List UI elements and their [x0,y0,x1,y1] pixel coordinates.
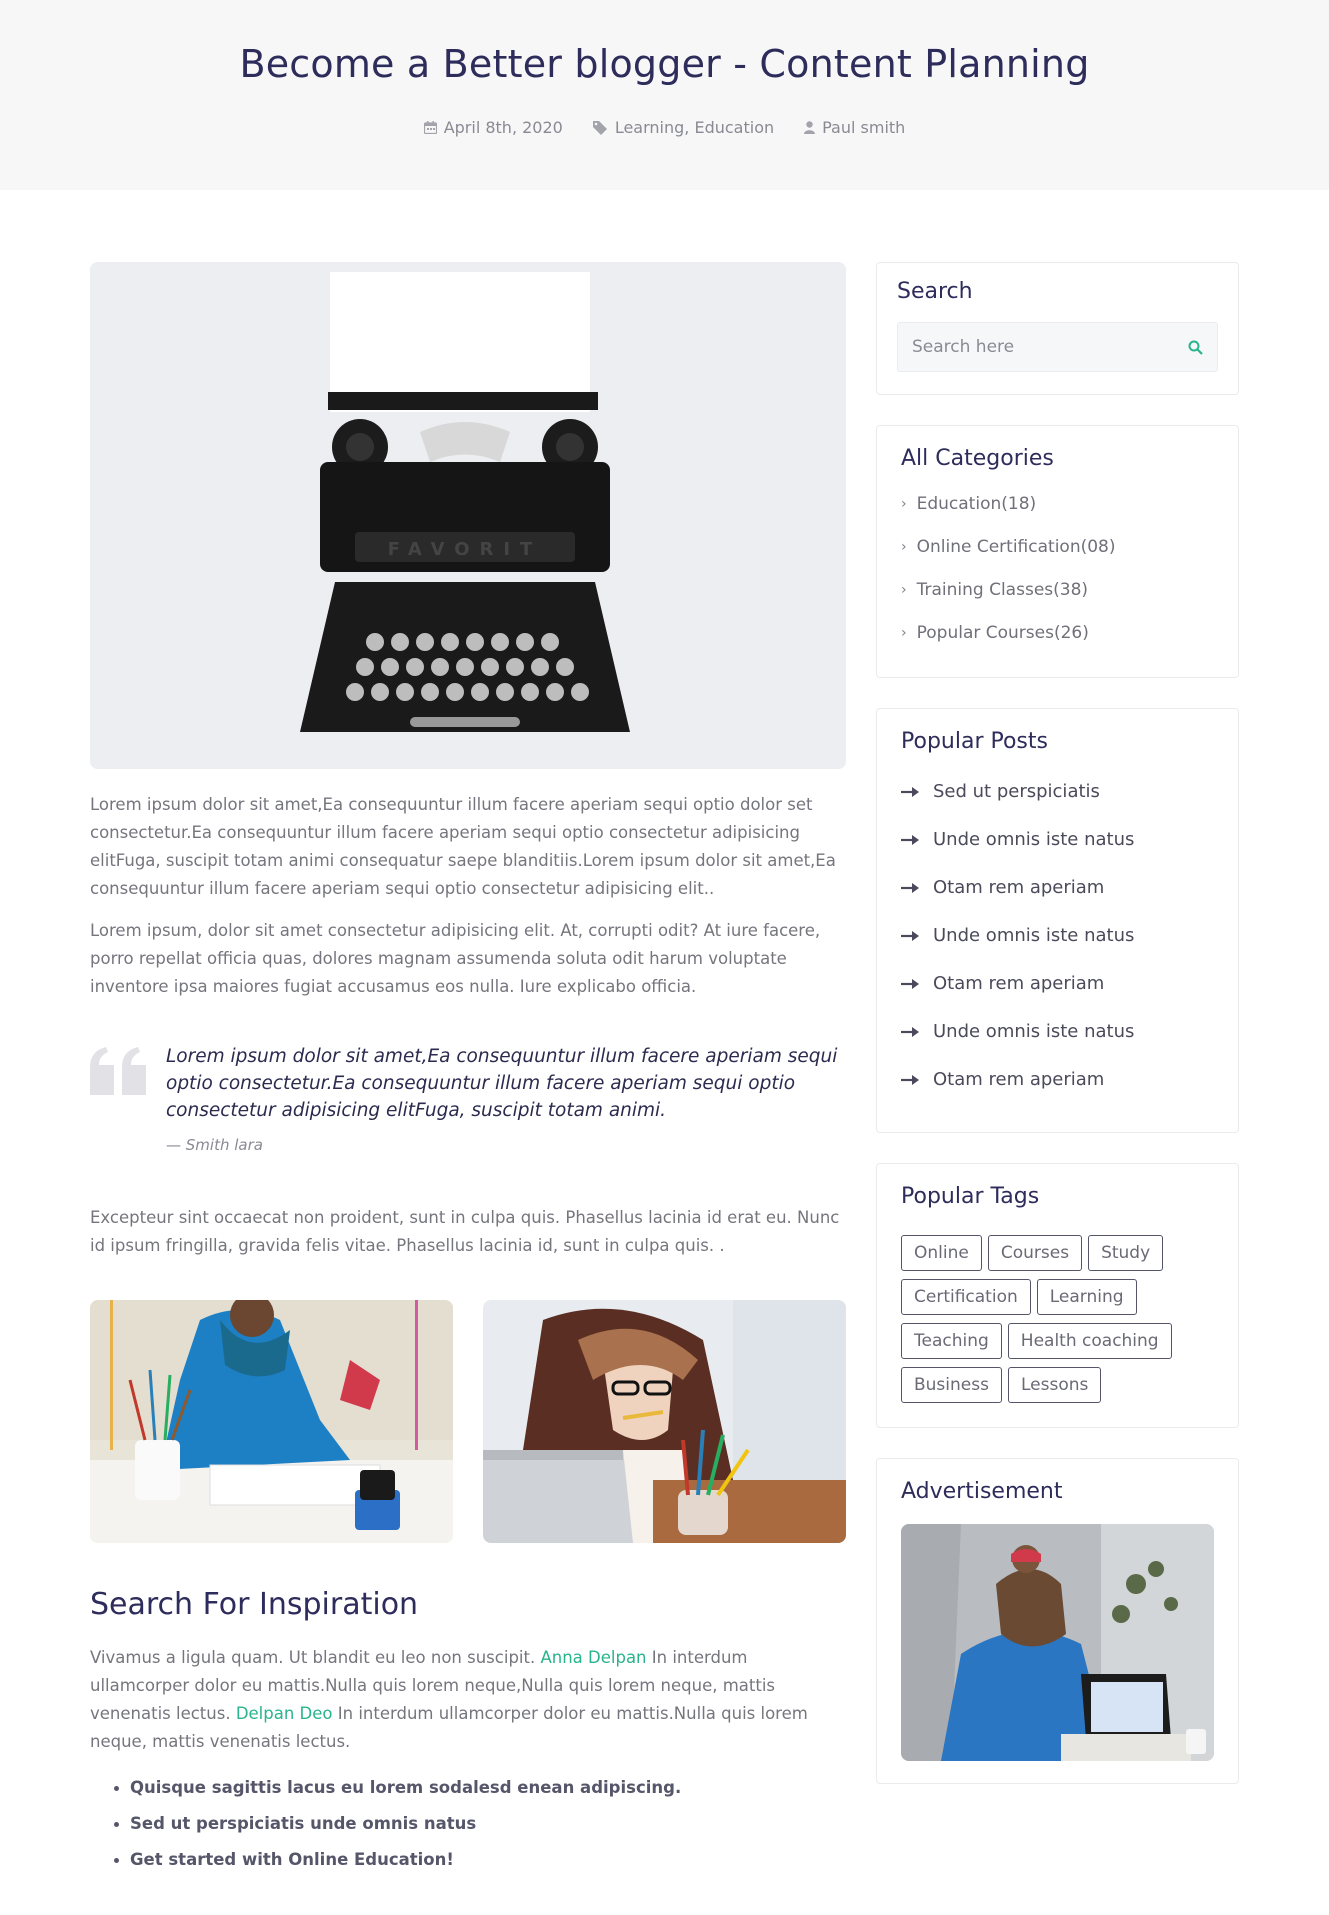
quote-icon [90,1047,146,1095]
arrow-right-icon [901,1075,919,1085]
popular-posts-title: Popular Posts [901,729,1048,754]
post-categories[interactable]: Learning, Education [592,118,774,137]
quote-text: Lorem ipsum dolor sit amet,Ea consequunt… [166,1046,838,1121]
search-box [897,322,1218,372]
calendar-icon [423,121,437,134]
tags-list: Online Courses Study Certification Learn… [901,1235,1181,1403]
popular-post-item[interactable]: Otam rem aperiam [901,864,1218,912]
popular-post-item[interactable]: Sed ut perspiciatis [901,768,1218,816]
category-label[interactable]: Training Classes(38) [917,569,1088,612]
popular-post-label[interactable]: Unde omnis iste natus [933,1008,1134,1056]
blockquote: Lorem ipsum dolor sit amet,Ea consequunt… [90,1043,846,1154]
search-widget: Search [876,262,1239,395]
popular-post-label[interactable]: Otam rem aperiam [933,1056,1104,1104]
page-header: Become a Better blogger - Content Planni… [0,0,1329,190]
categories-widget: All Categories › Education(18) › Online Ce… [876,425,1239,678]
tag-business[interactable]: Business [901,1367,1002,1403]
paragraph-4-text-a: Vivamus a ligula quam. Ut blandit eu leo… [90,1648,541,1667]
popular-posts-widget: Popular Posts Sed ut perspiciatis Unde o… [876,708,1239,1133]
chevron-right-icon: › [901,625,907,641]
quote-author: — Smith lara [166,1136,263,1154]
popular-post-item[interactable]: Unde omnis iste natus [901,816,1218,864]
featured-image: FAVORIT [90,262,846,769]
arrow-right-icon [901,787,919,797]
paragraph-1: Lorem ipsum dolor sit amet,Ea consequunt… [90,795,836,898]
category-label[interactable]: Popular Courses(26) [917,612,1089,655]
post-author-text[interactable]: Paul smith [822,118,905,137]
chevron-right-icon: › [901,582,907,598]
tag-certification[interactable]: Certification [901,1279,1031,1315]
categories-widget-title: All Categories [901,446,1054,471]
svg-text:FAVORIT: FAVORIT [388,539,543,560]
popular-post-label[interactable]: Unde omnis iste natus [933,816,1134,864]
tag-health-coaching[interactable]: Health coaching [1007,1323,1172,1359]
search-input[interactable] [912,337,1172,357]
advertisement-widget: Advertisement [876,1458,1239,1784]
category-item[interactable]: › Education(18) [901,483,1218,526]
popular-post-item[interactable]: Unde omnis iste natus [901,1008,1218,1056]
arrow-right-icon [901,835,919,845]
popular-post-label[interactable]: Otam rem aperiam [933,960,1104,1008]
section-title: Search For Inspiration [90,1587,419,1622]
arrow-right-icon [901,931,919,941]
chevron-right-icon: › [901,496,907,512]
paragraph-4: Vivamus a ligula quam. Ut blandit eu leo… [90,1644,846,1756]
tag-online[interactable]: Online [901,1235,982,1271]
post-content: FAVORIT Lorem ipsum dolor sit amet,Ea co… [90,262,846,1878]
popular-tags-widget: Popular Tags Online Courses Study Certif… [876,1163,1239,1428]
advertisement-title: Advertisement [901,1479,1063,1504]
category-item[interactable]: › Popular Courses(26) [901,612,1218,655]
chevron-right-icon: › [901,539,907,555]
popular-posts-list: Sed ut perspiciatis Unde omnis iste natu… [901,768,1218,1104]
tag-icon [592,120,607,135]
popular-post-item[interactable]: Otam rem aperiam [901,960,1218,1008]
link-anna-delpan[interactable]: Anna Delpan [540,1648,646,1667]
list-item: Sed ut perspiciatis unde omnis natus [114,1806,846,1842]
arrow-right-icon [901,1027,919,1037]
list-item: Get started with Online Education! [114,1842,846,1878]
search-widget-title: Search [897,279,973,304]
paragraph-3: Excepteur sint occaecat non proident, su… [90,1208,840,1255]
post-date: April 8th, 2020 [423,118,563,137]
categories-list: › Education(18) › Online Certification(08)… [901,483,1218,655]
popular-post-label[interactable]: Sed ut perspiciatis [933,768,1100,816]
sidebar: Search All Categories › Education(18) › On… [876,262,1239,1814]
list-item: Quisque sagittis lacus eu lorem sodalesd… [114,1770,846,1806]
popular-tags-title: Popular Tags [901,1184,1040,1209]
popular-post-item[interactable]: Otam rem aperiam [901,1056,1218,1104]
paragraph-2: Lorem ipsum, dolor sit amet consectetur … [90,921,821,996]
tag-study[interactable]: Study [1088,1235,1164,1271]
photo-gallery [90,1300,846,1543]
popular-post-label[interactable]: Otam rem aperiam [933,864,1104,912]
tag-lessons[interactable]: Lessons [1007,1367,1102,1403]
category-label[interactable]: Education(18) [917,483,1037,526]
post-date-text: April 8th, 2020 [443,118,563,137]
category-item[interactable]: › Online Certification(08) [901,526,1218,569]
gallery-photo-1 [90,1300,453,1543]
arrow-right-icon [901,883,919,893]
tag-courses[interactable]: Courses [987,1235,1083,1271]
popular-post-label[interactable]: Unde omnis iste natus [933,912,1134,960]
post-author[interactable]: Paul smith [804,118,905,137]
post-meta: April 8th, 2020 Learning, Education Paul… [0,118,1329,137]
link-delpan-deo[interactable]: Delpan Deo [236,1704,333,1723]
tag-teaching[interactable]: Teaching [901,1323,1002,1359]
post-title: Become a Better blogger - Content Planni… [239,42,1090,86]
advertisement-image[interactable] [901,1524,1214,1761]
tag-learning[interactable]: Learning [1036,1279,1137,1315]
post-categories-text[interactable]: Learning, Education [615,118,774,137]
search-icon[interactable] [1188,340,1203,355]
gallery-photo-2 [483,1300,846,1543]
user-icon [804,121,816,134]
arrow-right-icon [901,979,919,989]
category-label[interactable]: Online Certification(08) [917,526,1116,569]
category-item[interactable]: › Training Classes(38) [901,569,1218,612]
bullet-list: Quisque sagittis lacus eu lorem sodalesd… [90,1770,846,1878]
popular-post-item[interactable]: Unde omnis iste natus [901,912,1218,960]
